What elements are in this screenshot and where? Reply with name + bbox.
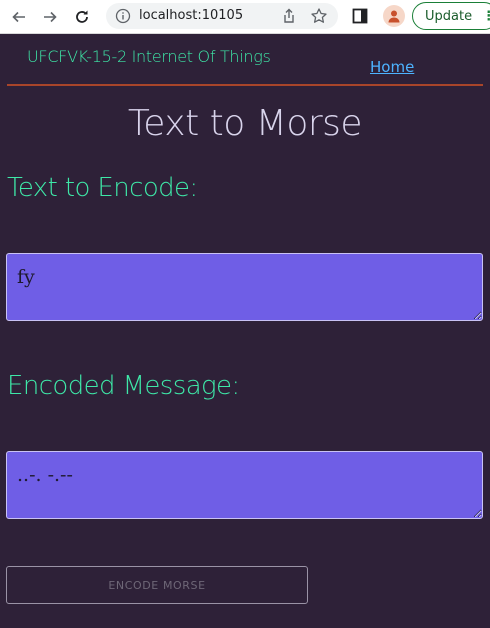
encode-morse-button[interactable]: ENCODE MORSE [6,566,308,604]
arrow-right-icon [44,11,57,23]
encoded-message-output[interactable]: ..-. -.-- [6,451,483,519]
site-title: UFCFVK-15-2 Internet Of Things [27,47,271,66]
star-icon[interactable] [310,7,328,25]
page-title: Text to Morse [127,103,363,144]
back-button[interactable] [8,6,30,28]
url-text[interactable]: localhost:10105 [139,8,243,23]
person-icon [388,10,400,23]
reload-button[interactable] [71,6,93,28]
home-link[interactable]: Home [370,58,414,76]
reload-icon [76,10,88,23]
address-bar[interactable]: localhost:10105 [106,3,338,29]
header-divider [7,84,483,86]
text-to-encode-input[interactable]: fy [6,253,483,321]
more-vert-icon[interactable]: ⋮ [482,9,490,24]
browser-toolbar: localhost:10105 Update ⋮ [0,0,490,34]
update-button[interactable]: Update ⋮ [412,2,490,30]
info-icon[interactable] [115,8,131,24]
arrow-left-icon [12,11,25,23]
input-label: Text to Encode: [7,173,198,203]
output-label: Encoded Message: [7,371,240,401]
profile-avatar[interactable] [383,5,405,27]
update-label: Update [425,8,473,24]
forward-button[interactable] [39,6,61,28]
side-panel-icon[interactable] [352,8,368,24]
share-icon[interactable] [280,7,298,25]
